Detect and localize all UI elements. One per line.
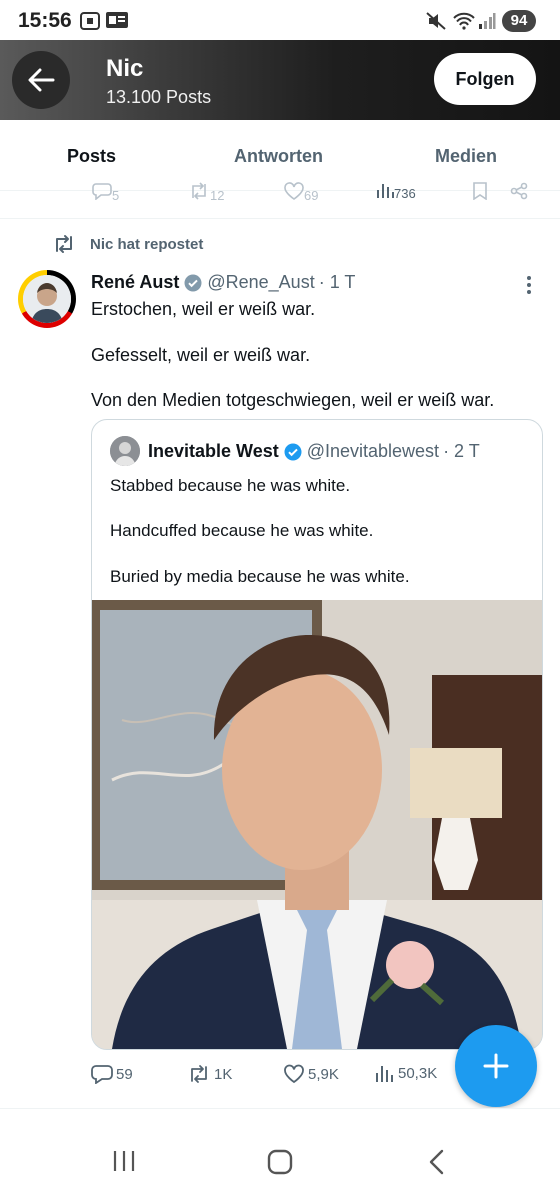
reply-icon — [92, 183, 112, 201]
quote-photo[interactable] — [92, 600, 542, 1049]
news-icon — [106, 12, 128, 28]
verified-badge-icon — [284, 443, 302, 460]
quote-text-line: Stabbed because he was white. — [110, 476, 351, 495]
previous-post-actions: 5 12 69 736 — [0, 178, 560, 219]
prev-repost-button[interactable]: 12 — [188, 182, 224, 203]
recent-apps-icon — [113, 1151, 135, 1171]
prev-views-count: 736 — [394, 186, 416, 201]
chevron-left-icon — [429, 1149, 444, 1175]
post-text-line: Von den Medien totgeschwiegen, weil er w… — [91, 390, 495, 410]
prev-repost-count: 12 — [210, 188, 225, 203]
mute-icon — [426, 12, 446, 30]
reply-count: 59 — [116, 1065, 133, 1083]
more-options-button[interactable] — [524, 274, 534, 301]
author-handle[interactable]: @Rene_Aust — [207, 272, 314, 293]
prev-like-count: 69 — [304, 188, 319, 203]
tab-posts[interactable]: Posts — [67, 146, 116, 167]
repost-icon — [191, 1065, 207, 1083]
tab-replies[interactable]: Antworten — [234, 146, 323, 167]
profile-name: Nic — [106, 55, 144, 82]
quote-author-avatar[interactable] — [110, 436, 140, 466]
repost-label[interactable]: Nic hat repostet — [90, 236, 203, 253]
prev-like-button[interactable]: 69 — [284, 182, 318, 203]
author-name[interactable]: René Aust — [91, 272, 179, 293]
quote-text-line: Buried by media because he was white. — [110, 567, 410, 586]
wifi-icon — [453, 12, 475, 30]
quote-author-name[interactable]: Inevitable West — [148, 441, 279, 462]
like-button[interactable]: 5,9K — [283, 1064, 339, 1084]
status-bar: 15:56 94 — [0, 0, 560, 40]
screenshot-icon — [80, 12, 100, 30]
post-time: · 1 T — [318, 272, 356, 292]
tab-media[interactable]: Medien — [435, 146, 497, 167]
profile-header: Nic 13.100 Posts Folgen — [0, 40, 560, 120]
back-nav-button[interactable] — [428, 1149, 444, 1180]
share-icon — [510, 182, 528, 200]
home-button[interactable] — [267, 1149, 293, 1180]
repost-button[interactable]: 1K — [187, 1064, 232, 1084]
prev-reply-count: 5 — [112, 188, 120, 203]
prev-bookmark-button[interactable] — [472, 182, 488, 203]
status-time: 15:56 — [18, 9, 72, 32]
post-text-line: Erstochen, weil er weiß war. — [91, 299, 316, 319]
prev-reply-button[interactable]: 5 — [92, 182, 119, 203]
system-nav-bar — [0, 1108, 560, 1201]
heart-icon — [284, 1064, 304, 1084]
arrow-left-icon — [28, 68, 55, 92]
quoted-post[interactable]: Inevitable West @Inevitablewest · 2 T St… — [91, 419, 543, 1050]
post-count: 13.100 Posts — [106, 87, 212, 107]
quote-header: Inevitable West @Inevitablewest · 2 T — [148, 441, 480, 462]
quote-time: · 2 T — [443, 441, 480, 461]
reply-button[interactable]: 59 — [91, 1064, 133, 1084]
repost-indicator: Nic hat repostet — [52, 234, 203, 254]
repost-icon — [56, 235, 72, 253]
compose-post-button[interactable] — [455, 1025, 537, 1107]
back-button[interactable] — [12, 51, 70, 109]
follow-button[interactable]: Folgen — [434, 53, 536, 105]
views-count: 50,3K — [398, 1064, 438, 1082]
bookmark-icon — [473, 182, 487, 201]
prev-views-button[interactable]: 736 — [376, 182, 416, 201]
post-header: René Aust @Rene_Aust · 1 T — [91, 272, 355, 293]
post-text-line: Gefesselt, weil er weiß war. — [91, 345, 311, 365]
views-icon — [376, 1066, 393, 1082]
like-count: 5,9K — [308, 1065, 339, 1083]
more-vertical-icon — [527, 276, 531, 294]
avatar-portrait — [23, 275, 71, 323]
plus-icon — [483, 1053, 509, 1079]
recent-apps-button[interactable] — [112, 1149, 136, 1178]
quote-text-line: Handcuffed because he was white. — [110, 521, 374, 540]
prev-share-button[interactable] — [510, 182, 528, 203]
home-icon — [267, 1149, 293, 1175]
avatar-portrait — [110, 436, 140, 466]
verified-badge-icon — [184, 274, 202, 291]
battery-indicator: 94 — [502, 10, 536, 32]
heart-icon — [284, 182, 304, 200]
views-icon — [377, 184, 394, 198]
views-button[interactable]: 50,3K — [375, 1064, 437, 1082]
signal-icon — [479, 13, 496, 29]
author-avatar[interactable] — [18, 270, 76, 328]
repost-icon — [192, 182, 206, 200]
reply-icon — [91, 1065, 113, 1084]
quote-author-handle[interactable]: @Inevitablewest — [307, 441, 439, 462]
repost-count: 1K — [214, 1065, 233, 1083]
